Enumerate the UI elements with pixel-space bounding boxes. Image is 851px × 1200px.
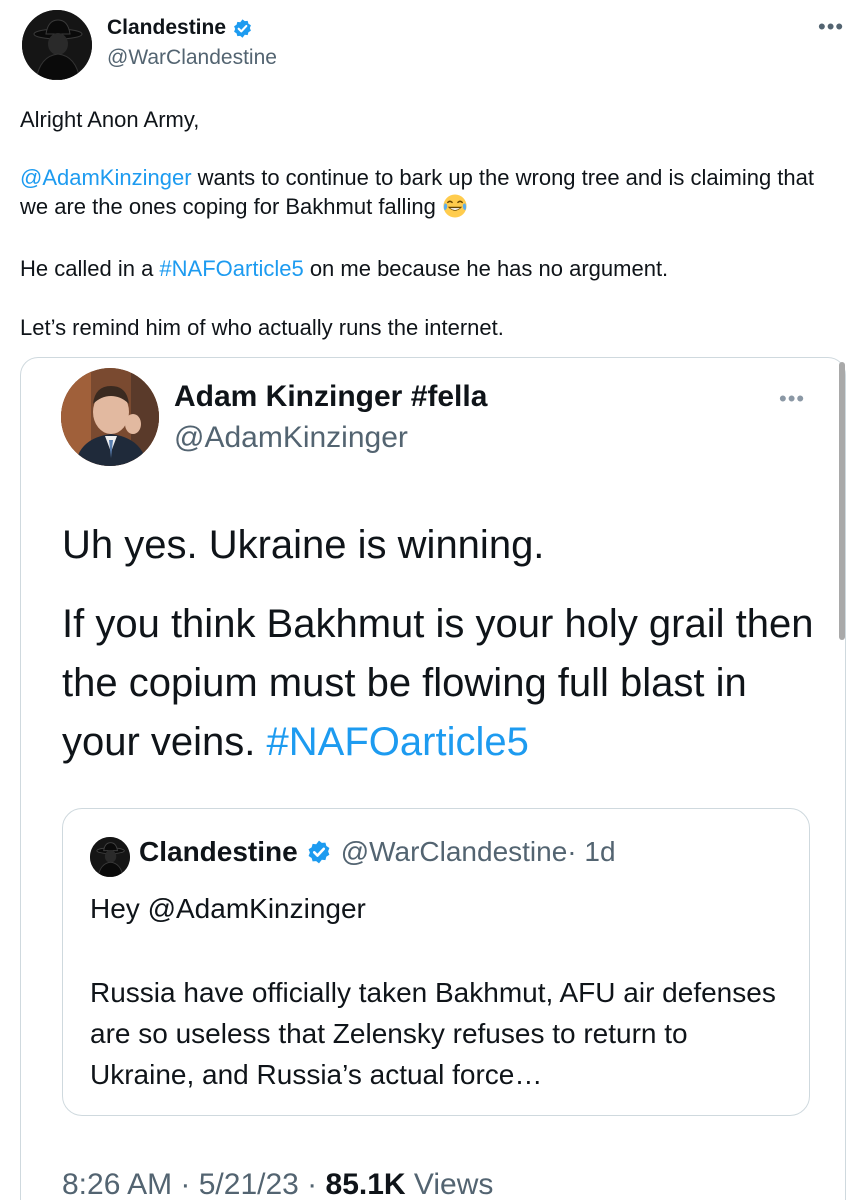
- tweet-paragraph-4: Let’s remind him of who actually runs th…: [20, 315, 504, 340]
- spy-silhouette-icon: [90, 837, 130, 877]
- author-name[interactable]: Clandestine: [107, 16, 226, 40]
- nested-tweet-text: Russia have officially taken Bakhmut, AF…: [90, 977, 776, 1090]
- nested-author-row: Clandestine @WarClandestine · 1d: [139, 836, 616, 868]
- nested-author-handle[interactable]: @WarClandestine: [341, 836, 568, 868]
- quoted-hashtag-link[interactable]: #NAFOarticle5: [267, 720, 529, 764]
- tweet-date[interactable]: 5/21/23: [199, 1168, 299, 1200]
- more-options-icon[interactable]: •••: [818, 14, 844, 40]
- footer-separator: ·: [298, 1168, 326, 1200]
- nested-tweet-greeting: Hey @AdamKinzinger: [90, 893, 366, 924]
- nested-author-avatar[interactable]: [90, 837, 130, 877]
- author-name-row[interactable]: Clandestine: [107, 16, 253, 40]
- tweet-header: Clandestine @WarClandestine •••: [0, 0, 851, 90]
- tweet-paragraph-3-pre: He called in a: [20, 256, 160, 281]
- verified-badge-icon: [234, 18, 251, 38]
- quoted-author-handle[interactable]: @AdamKinzinger: [174, 421, 408, 455]
- nested-author-name[interactable]: Clandestine: [139, 836, 298, 868]
- footer-separator: ·: [172, 1168, 199, 1200]
- views-count: 85.1K: [325, 1168, 406, 1200]
- quoted-more-options-icon[interactable]: •••: [779, 386, 805, 412]
- nested-tweet-time[interactable]: · 1d: [567, 836, 615, 868]
- author-handle[interactable]: @WarClandestine: [107, 46, 277, 70]
- views-label: Views: [405, 1168, 494, 1200]
- tweet-paragraph-2: @AdamKinzinger wants to continue to bark…: [20, 163, 830, 221]
- author-avatar[interactable]: [22, 10, 92, 80]
- quoted-text-paragraph: If you think Bakhmut is your holy grail …: [62, 595, 822, 772]
- tweet-paragraph-3-post: on me because he has no argument.: [303, 256, 669, 281]
- quoted-tweet-footer: 8:26 AM · 5/21/23 · 85.1K Views: [62, 1168, 493, 1200]
- quoted-author-avatar[interactable]: [61, 368, 159, 466]
- nested-quoted-tweet[interactable]: Clandestine @WarClandestine · 1d Hey @Ad…: [62, 808, 810, 1116]
- spy-silhouette-icon: [22, 10, 92, 80]
- mention-link[interactable]: @AdamKinzinger: [20, 165, 192, 190]
- quoted-text-line-1: Uh yes. Ukraine is winning.: [62, 523, 545, 567]
- person-photo-icon: [61, 368, 159, 466]
- face-with-tears-of-joy-icon: [443, 194, 467, 218]
- quoted-author-name[interactable]: Adam Kinzinger #fella: [174, 380, 487, 414]
- tweet-time[interactable]: 8:26 AM: [62, 1168, 172, 1200]
- hashtag-link[interactable]: #NAFOarticle5: [159, 256, 303, 281]
- tweet-paragraph-3: He called in a #NAFOarticle5 on me becau…: [20, 254, 830, 283]
- scrollbar-thumb[interactable]: [839, 362, 845, 640]
- verified-badge-icon: [308, 840, 330, 864]
- quoted-tweet-card[interactable]: Adam Kinzinger #fella @AdamKinzinger •••…: [20, 357, 846, 1200]
- tweet-paragraph-1: Alright Anon Army,: [20, 107, 200, 132]
